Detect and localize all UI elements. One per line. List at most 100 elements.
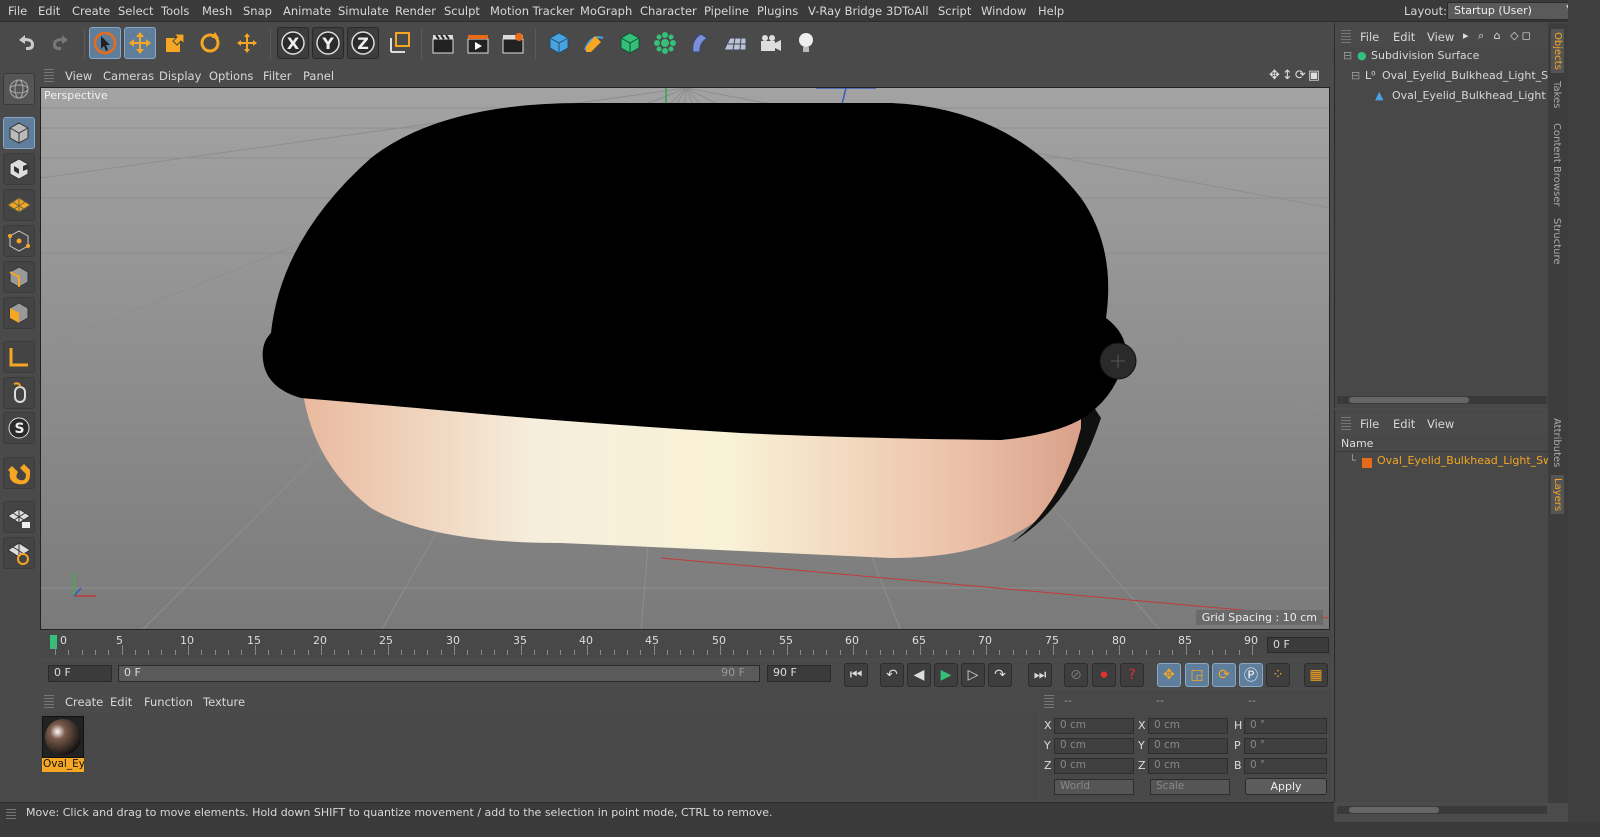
object-horizontal-scrollbar[interactable] <box>1337 396 1547 404</box>
render-to-picture-viewer-button[interactable] <box>462 27 494 59</box>
object-row-switch[interactable]: ⊟ L⁰ Oval_Eyelid_Bulkhead_Light_Swit <box>1335 69 1549 89</box>
play-button[interactable]: ▶ <box>934 663 958 687</box>
size-mode-dropdown[interactable]: Scale <box>1150 779 1230 795</box>
add-deformer-button[interactable] <box>684 27 716 59</box>
model-mode-button[interactable] <box>3 117 35 149</box>
material-name-label[interactable]: Oval_Eye <box>42 758 84 772</box>
key-rotation-button[interactable]: ⟳ <box>1212 663 1236 687</box>
menu-pipeline[interactable]: Pipeline <box>704 4 749 18</box>
snap-button[interactable] <box>3 457 35 489</box>
add-light-button[interactable] <box>790 27 822 59</box>
menu-motion-tracker[interactable]: Motion Tracker <box>490 4 574 18</box>
perspective-viewport[interactable]: Perspective Grid Spacing : 10 cm <box>40 87 1330 630</box>
add-array-button[interactable] <box>649 27 681 59</box>
previous-frame-button[interactable]: ◀ <box>907 663 931 687</box>
object-menu-edit[interactable]: Edit <box>1393 30 1415 44</box>
material-menu-texture[interactable]: Texture <box>203 695 245 709</box>
record-keys-button[interactable]: ⊘ <box>1064 663 1088 687</box>
menu-render[interactable]: Render <box>395 4 436 18</box>
add-camera-button[interactable] <box>755 27 787 59</box>
scrollbar-thumb[interactable] <box>1349 397 1469 403</box>
tab-layers[interactable]: Layers <box>1551 475 1564 515</box>
scale-tool-button[interactable] <box>159 27 191 59</box>
viewport-menu-options[interactable]: Options <box>209 69 253 83</box>
menu-3dtoall[interactable]: 3DToAll <box>886 4 929 18</box>
layer-menu-file[interactable]: File <box>1360 417 1379 431</box>
preview-range-slider[interactable]: 0 F 90 F <box>118 665 760 682</box>
next-frame-button[interactable]: ▷ <box>961 663 985 687</box>
menu-tools[interactable]: Tools <box>161 4 189 18</box>
points-mode-button[interactable] <box>3 225 35 257</box>
menu-help[interactable]: Help <box>1038 4 1064 18</box>
object-toolbar-icons[interactable]: ▸ ⌕ ⌂ ◇◻ <box>1463 29 1534 43</box>
go-to-start-button[interactable]: ⏮ <box>844 663 868 687</box>
layout-dropdown[interactable]: Startup (User) ▼ <box>1447 2 1579 20</box>
end-frame-field[interactable]: 90 F <box>767 665 831 682</box>
scrollbar-thumb[interactable] <box>1349 807 1439 813</box>
y-axis-lock-button[interactable]: Y <box>312 27 344 59</box>
go-to-end-button[interactable]: ⏭ <box>1028 663 1052 687</box>
tab-structure[interactable]: Structure <box>1551 218 1562 265</box>
menu-file[interactable]: File <box>8 4 27 18</box>
rotation-b-field[interactable]: 0 ° <box>1244 758 1327 774</box>
key-parameter-button[interactable]: Ⓟ <box>1239 663 1263 687</box>
add-cube-button[interactable] <box>543 27 575 59</box>
viewport-menu-panel[interactable]: Panel <box>303 69 334 83</box>
object-menu-view[interactable]: View <box>1427 30 1454 44</box>
viewport-camera-label[interactable]: Perspective <box>44 89 108 102</box>
z-axis-lock-button[interactable]: Z <box>347 27 379 59</box>
make-editable-button[interactable] <box>3 73 35 105</box>
keyframe-selection-button[interactable]: ? <box>1120 663 1144 687</box>
undo-button[interactable] <box>10 27 42 59</box>
tab-objects[interactable]: Objects <box>1551 29 1564 73</box>
menu-snap[interactable]: Snap <box>243 4 272 18</box>
layer-menu-view[interactable]: View <box>1427 417 1454 431</box>
viewport-menu-display[interactable]: Display <box>159 69 201 83</box>
timeline-window-button[interactable]: ▦ <box>1304 663 1328 687</box>
viewport-navigation-icons[interactable]: ✥↕⟳▣ <box>1269 68 1322 83</box>
menu-plugins[interactable]: Plugins <box>757 4 798 18</box>
previous-key-button[interactable]: ↶ <box>880 663 904 687</box>
menu-vray-bridge[interactable]: V-Ray Bridge <box>808 4 882 18</box>
workplane-mode-button[interactable] <box>3 189 35 221</box>
key-position-button[interactable]: ✥ <box>1157 663 1181 687</box>
menu-animate[interactable]: Animate <box>283 4 331 18</box>
tab-content-browser[interactable]: Content Browser <box>1551 123 1562 206</box>
viewport-menu-cameras[interactable]: Cameras <box>103 69 154 83</box>
menu-sculpt[interactable]: Sculpt <box>444 4 480 18</box>
tab-attributes[interactable]: Attributes <box>1551 418 1562 467</box>
key-pla-button[interactable]: ⁘ <box>1266 663 1290 687</box>
size-z-field[interactable]: 0 cm <box>1148 758 1228 774</box>
autokey-button[interactable]: ⏺ <box>1092 663 1116 687</box>
menu-window[interactable]: Window <box>981 4 1026 18</box>
menu-mesh[interactable]: Mesh <box>202 4 232 18</box>
add-spline-pen-button[interactable] <box>578 27 610 59</box>
layer-color-swatch[interactable] <box>1362 458 1372 468</box>
coordinate-system-button[interactable] <box>384 27 416 59</box>
menu-create[interactable]: Create <box>72 4 110 18</box>
position-x-field[interactable]: 0 cm <box>1054 718 1134 734</box>
layer-menu-edit[interactable]: Edit <box>1393 417 1415 431</box>
menu-script[interactable]: Script <box>938 4 971 18</box>
object-row-light[interactable]: ▲ Oval_Eyelid_Bulkhead_Light <box>1335 89 1549 109</box>
next-key-button[interactable]: ↷ <box>988 663 1012 687</box>
object-menu-file[interactable]: File <box>1360 30 1379 44</box>
polygons-mode-button[interactable] <box>3 297 35 329</box>
last-tool-button[interactable] <box>231 27 263 59</box>
position-z-field[interactable]: 0 cm <box>1054 758 1134 774</box>
viewport-menu-view[interactable]: View <box>65 69 92 83</box>
add-subdivision-button[interactable] <box>614 27 646 59</box>
material-menu-function[interactable]: Function <box>144 695 193 709</box>
menu-edit[interactable]: Edit <box>38 4 60 18</box>
viewport-menu-filter[interactable]: Filter <box>263 69 291 83</box>
x-axis-lock-button[interactable]: X <box>277 27 309 59</box>
layer-row[interactable]: └ Oval_Eyelid_Bulkhead_Light_Switc <box>1335 454 1549 474</box>
apply-button[interactable]: Apply <box>1245 778 1327 795</box>
coordinate-mode-dropdown[interactable]: World <box>1054 779 1134 795</box>
start-frame-field[interactable]: 0 F <box>48 665 112 682</box>
tweak-mode-button[interactable] <box>3 377 35 409</box>
render-settings-button[interactable] <box>497 27 529 59</box>
key-scale-button[interactable]: ◲ <box>1185 663 1209 687</box>
current-frame-field[interactable]: 0 F <box>1267 637 1329 653</box>
position-y-field[interactable]: 0 cm <box>1054 738 1134 754</box>
